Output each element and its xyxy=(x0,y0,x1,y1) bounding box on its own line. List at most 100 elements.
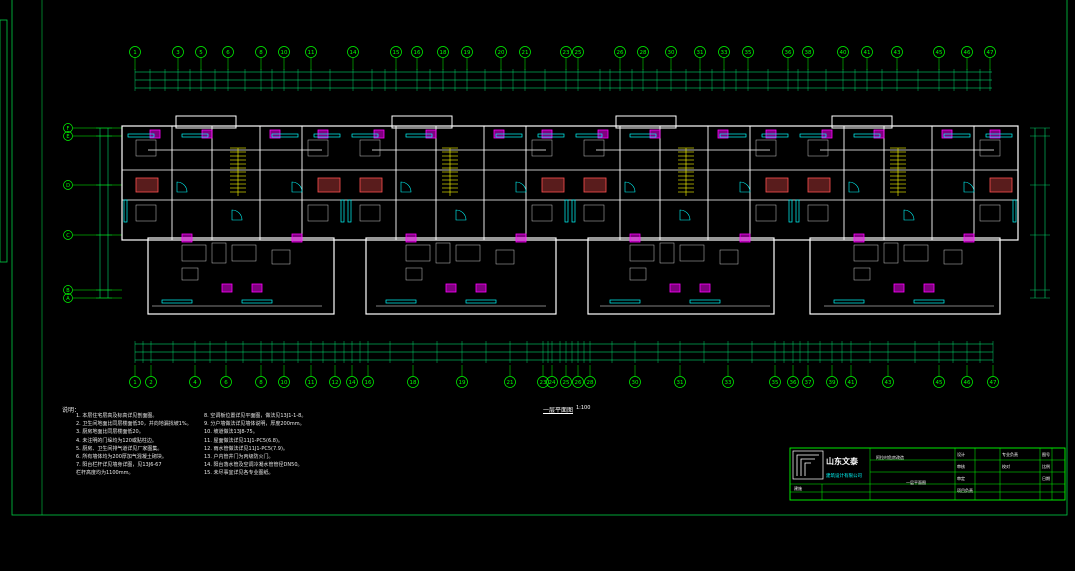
coffee-table xyxy=(883,242,899,264)
sheet-label: 一层平面图 xyxy=(906,480,926,485)
building-wing-wall xyxy=(365,237,557,315)
door-swing xyxy=(400,181,412,193)
axis-label: F xyxy=(67,126,70,132)
axis-label: 11 xyxy=(308,380,315,386)
axis-label: 16 xyxy=(365,380,372,386)
bed xyxy=(135,204,157,222)
axis-label: 30 xyxy=(632,380,639,386)
bed xyxy=(807,139,829,157)
title-block-label: 校对 xyxy=(1002,464,1010,469)
axis-label: 6 xyxy=(226,50,230,56)
kitchen-counter xyxy=(765,177,789,193)
kitchen-counter xyxy=(989,177,1013,193)
kitchen-counter xyxy=(541,177,565,193)
magenta-fixture xyxy=(251,283,263,293)
title-block-code: 日期 xyxy=(1042,476,1050,481)
window xyxy=(833,299,865,304)
sofa xyxy=(853,244,879,262)
axis-label: 15 xyxy=(393,50,400,56)
axis-label: 28 xyxy=(587,380,594,386)
bed xyxy=(359,204,381,222)
magenta-fixture xyxy=(739,233,751,243)
axis-label: 26 xyxy=(617,50,624,56)
magenta-fixture xyxy=(291,233,303,243)
bed xyxy=(719,249,739,265)
window xyxy=(788,199,793,223)
unit-block xyxy=(346,126,570,307)
window xyxy=(347,199,352,223)
kitchen-counter xyxy=(317,177,341,193)
note-item: 8. 空调板位置详见平面图，做法见13J1-1-8。 xyxy=(204,413,307,419)
drawing-number-label: 建施 xyxy=(794,486,802,491)
axis-label: 8 xyxy=(259,380,263,386)
bed xyxy=(583,204,605,222)
axis-label: 28 xyxy=(640,50,647,56)
axis-label: 47 xyxy=(987,50,994,56)
magenta-fixture xyxy=(963,233,975,243)
bed xyxy=(531,204,553,222)
axis-label: 2 xyxy=(149,380,153,386)
kitchen-counter xyxy=(135,177,159,193)
kitchen-counter xyxy=(807,177,831,193)
axis-label: 14 xyxy=(350,50,357,56)
window xyxy=(340,199,345,223)
unit-block xyxy=(122,126,346,307)
door-swing xyxy=(291,181,303,193)
axis-label: 1 xyxy=(133,50,137,56)
note-item: 9. 分户墙做法详见墙体说明，厚度200mm。 xyxy=(204,421,305,428)
axis-label: 21 xyxy=(507,380,514,386)
company-subtitle: 建筑设计有限公司 xyxy=(826,474,862,479)
axis-label: 25 xyxy=(563,380,570,386)
note-item: 11. 屋面做法详见11J1-PC5(6.8)。 xyxy=(204,437,283,444)
axis-label: 35 xyxy=(745,50,752,56)
window xyxy=(571,199,576,223)
axis-label: 8 xyxy=(259,50,263,56)
door-swing xyxy=(624,181,636,193)
axis-label: 6 xyxy=(224,380,228,386)
title-block-label: 专业负责 xyxy=(1002,452,1018,457)
window xyxy=(161,299,193,304)
bed xyxy=(307,139,329,157)
note-item: 5. 厨房、卫生间排气道详见厂家图集。 xyxy=(76,445,163,452)
axis-label: 10 xyxy=(281,380,288,386)
bed xyxy=(531,139,553,157)
top-grid-axes: 1 3 5 6 8 10 11 14 15 16 18 19 20 21 23 25 26 28 30 31 33 35 3… xyxy=(129,46,996,70)
bed xyxy=(755,204,777,222)
note-item: 10. 坡道做法13J8-75。 xyxy=(204,429,258,436)
bed xyxy=(405,267,423,281)
axis-label: 31 xyxy=(697,50,704,56)
plan-scale: 1:100 xyxy=(576,405,591,411)
window xyxy=(465,299,497,304)
door-swing xyxy=(679,209,691,221)
bed xyxy=(807,204,829,222)
axis-label: D xyxy=(66,183,70,189)
sofa xyxy=(679,244,705,262)
note-item: 栏杆高度均为1100mm。 xyxy=(76,470,134,477)
title-block-code: 比例 xyxy=(1042,464,1050,469)
axis-label: 19 xyxy=(464,50,471,56)
axis-label: 46 xyxy=(964,380,971,386)
kitchen-counter xyxy=(583,177,607,193)
axis-label: 36 xyxy=(785,50,792,56)
title-block-label: 项目负责 xyxy=(957,488,973,493)
axis-label: 47 xyxy=(990,380,997,386)
door-swing xyxy=(903,209,915,221)
axis-label: 35 xyxy=(772,380,779,386)
axis-label: 37 xyxy=(805,380,812,386)
axis-label: 45 xyxy=(936,380,943,386)
window xyxy=(609,299,641,304)
note-item: 1. 本层住宅层高及标高详见剖面图。 xyxy=(76,413,158,419)
axis-label: 3 xyxy=(176,50,180,56)
top-dimension-lines xyxy=(134,69,992,91)
axis-label: 20 xyxy=(498,50,505,56)
axis-label: 38 xyxy=(805,50,812,56)
magenta-fixture xyxy=(669,283,681,293)
axis-label: 18 xyxy=(440,50,447,56)
axis-label: 11 xyxy=(308,50,315,56)
window xyxy=(564,199,569,223)
axis-label: 23 xyxy=(563,50,570,56)
axis-label: 12 xyxy=(332,380,339,386)
window xyxy=(689,299,721,304)
bed xyxy=(495,249,515,265)
bed xyxy=(271,249,291,265)
